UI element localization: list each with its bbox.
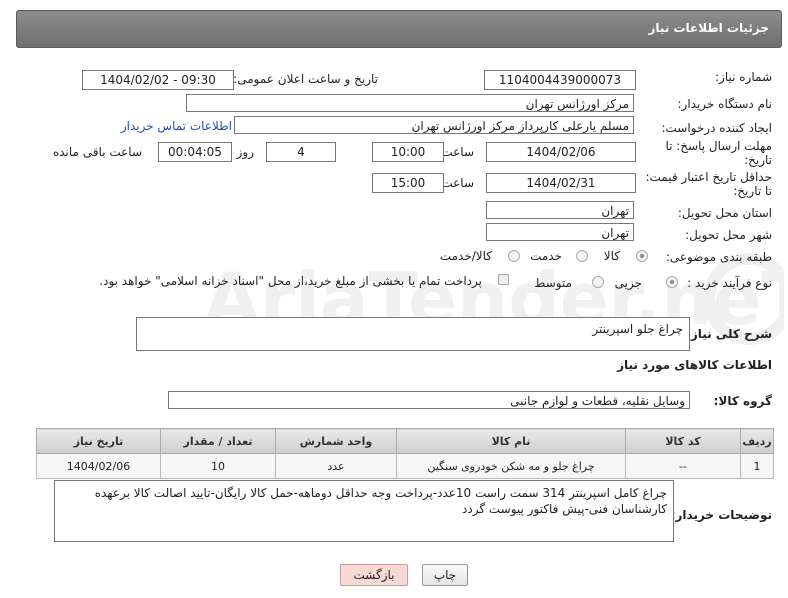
- summary-label: شرح کلی نیاز:: [686, 327, 772, 341]
- requester-field: مسلم یارعلی کارپرداز مرکز اورژانس تهران: [234, 116, 634, 134]
- days-remaining-field: 4: [266, 142, 336, 162]
- cell-quantity: 10: [160, 453, 276, 479]
- back-button[interactable]: بازگشت: [340, 564, 408, 586]
- process-radio-minor[interactable]: [666, 276, 678, 288]
- time-remaining-field: 00:04:05: [158, 142, 232, 162]
- cell-item-code: --: [625, 453, 741, 479]
- category-option-goods-service: کالا/خدمت: [439, 249, 492, 263]
- category-option-goods: کالا: [603, 249, 620, 263]
- category-radio-service[interactable]: [576, 250, 588, 262]
- header-item-code: کد کالا: [625, 428, 741, 454]
- print-button[interactable]: چاپ: [422, 564, 468, 586]
- deadline-time-label: ساعت: [441, 145, 474, 159]
- deadline-label-line2: تاریخ:: [744, 153, 772, 167]
- header-row-number: ردیف: [740, 428, 774, 454]
- process-radio-medium[interactable]: [592, 276, 604, 288]
- header-quantity: تعداد / مقدار: [160, 428, 276, 454]
- city-label: شهر محل تحویل:: [685, 228, 772, 242]
- header-unit: واحد شمارش: [275, 428, 397, 454]
- time-remaining-label: ساعت باقی مانده: [52, 145, 142, 159]
- goods-group-label: گروه کالا:: [713, 394, 772, 408]
- province-field: تهران: [486, 201, 634, 219]
- header-item-name: نام کالا: [396, 428, 626, 454]
- header-need-date: تاریخ نیاز: [36, 428, 161, 454]
- buyer-org-field: مرکز اورژانس تهران: [186, 94, 634, 112]
- summary-field: چراغ جلو اسپرینتر: [136, 317, 690, 351]
- validity-time-label: ساعت: [441, 176, 474, 190]
- treasury-payment-checkbox[interactable]: [498, 274, 509, 285]
- deadline-time-field: 10:00: [372, 142, 444, 162]
- category-option-service: خدمت: [530, 249, 562, 263]
- category-label: طبقه بندی موضوعی:: [665, 250, 772, 264]
- title-bar: جزئیات اطلاعات نیاز: [16, 10, 782, 48]
- cell-item-name: چراغ جلو و مه شکن خودروی سنگین: [396, 453, 626, 479]
- cell-need-date: 1404/02/06: [36, 453, 161, 479]
- province-label: استان محل تحویل:: [677, 206, 772, 220]
- city-field: تهران: [486, 223, 634, 241]
- buyer-contact-link[interactable]: اطلاعات تماس خریدار: [121, 119, 232, 133]
- cell-unit: عدد: [275, 453, 397, 479]
- process-label: نوع فرآیند خرید :: [687, 276, 772, 290]
- validity-label-line1: حداقل تاریخ اعتبار قیمت:: [645, 170, 772, 184]
- announce-label: تاریخ و ساعت اعلان عمومی:: [233, 72, 378, 86]
- page-title: جزئیات اطلاعات نیاز: [648, 21, 769, 35]
- buyer-org-label: نام دستگاه خریدار:: [677, 97, 773, 111]
- goods-group-field: وسایل نقلیه، قطعات و لوازم جانبی: [168, 391, 690, 409]
- table-header-row: ردیف کد کالا نام کالا واحد شمارش تعداد /…: [36, 428, 774, 454]
- category-radio-goods-service[interactable]: [508, 250, 520, 262]
- validity-date-field: 1404/02/31: [486, 173, 636, 193]
- page-frame: جزئیات اطلاعات نیاز AriaTender.neT شماره…: [4, 4, 784, 594]
- requester-label: ایجاد کننده درخواست:: [661, 121, 772, 135]
- process-option-minor: جزیی: [614, 276, 642, 290]
- buyer-notes-field: چراغ کامل اسپرینتر 314 سمت راست 10عدد-پر…: [54, 480, 674, 542]
- announce-field: 1404/02/02 - 09:30: [82, 70, 234, 90]
- process-option-medium: متوسط: [534, 276, 572, 290]
- deadline-date-field: 1404/02/06: [486, 142, 636, 162]
- deadline-label-line1: مهلت ارسال پاسخ: تا: [665, 139, 772, 153]
- goods-section-title: اطلاعات کالاهای مورد نیاز: [617, 358, 772, 372]
- table-row: 1 -- چراغ جلو و مه شکن خودروی سنگین عدد …: [36, 453, 774, 479]
- need-number-label: شماره نیاز:: [715, 70, 772, 84]
- validity-time-field: 15:00: [372, 173, 444, 193]
- buyer-notes-label: توضیحات خریدار:: [670, 508, 772, 522]
- need-number-field: 1104004439000073: [484, 70, 636, 90]
- treasury-payment-note: پرداخت تمام یا بخشی از مبلغ خرید،از محل …: [99, 274, 482, 288]
- validity-label-line2: تا تاریخ:: [733, 184, 772, 198]
- cell-row-number: 1: [740, 453, 774, 479]
- goods-table: ردیف کد کالا نام کالا واحد شمارش تعداد /…: [36, 428, 774, 479]
- category-radio-goods[interactable]: [636, 250, 648, 262]
